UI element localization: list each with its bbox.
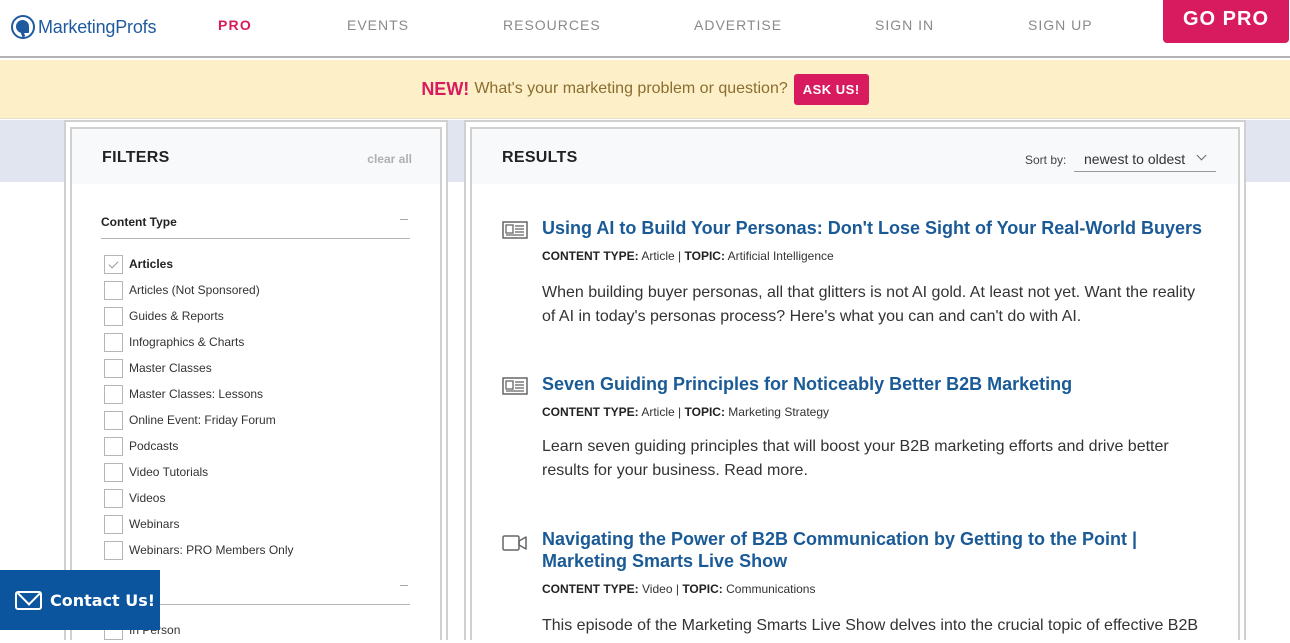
checkbox[interactable] [104,332,123,352]
announcement-bar: NEW! What's your marketing problem or qu… [0,60,1290,119]
filter-option-video-tutorials[interactable]: Video Tutorials [104,459,294,485]
result-description: This episode of the Marketing Smarts Liv… [542,617,1199,634]
video-camera-icon [502,535,527,551]
checkbox[interactable] [104,384,123,404]
result-title-link[interactable]: Navigating the Power of B2B Communicatio… [542,528,1212,572]
content-type-label: CONTENT TYPE: [542,582,639,596]
nav-sign-in[interactable]: SIGN IN [875,17,934,33]
meta-separator: | [678,249,682,263]
article-icon [502,377,528,395]
results-panel: RESULTS Sort by: newest to oldest Using … [464,120,1246,640]
filter-option-articles-not-sponsored[interactable]: Articles (Not Sponsored) [104,277,294,303]
filter-section-content-type[interactable]: Content Type [101,209,410,239]
nav-events[interactable]: EVENTS [347,17,409,33]
filter-option-webinars-pro[interactable]: Webinars: PRO Members Only [104,537,294,563]
checkbox-checked[interactable] [104,254,123,274]
topic-value: Marketing Strategy [728,405,830,419]
content-type-options: Articles Articles (Not Sponsored) Guides… [104,251,294,563]
filters-panel-inner: FILTERS clear all Content Type Articles … [70,127,442,640]
results-panel-inner: RESULTS Sort by: newest to oldest Using … [470,127,1240,640]
meta-separator: | [675,582,679,596]
option-label: Infographics & Charts [129,335,245,349]
collapse-minus-icon[interactable] [398,213,410,223]
checkbox[interactable] [104,540,123,560]
checkbox[interactable] [104,488,123,508]
logo-bird-icon [11,15,35,39]
nav-advertise[interactable]: ADVERTISE [694,17,782,33]
filter-option-infographics-charts[interactable]: Infographics & Charts [104,329,294,355]
filter-option-webinars[interactable]: Webinars [104,511,294,537]
content-type-label: CONTENT TYPE: [542,249,639,263]
results-header: RESULTS Sort by: newest to oldest [472,129,1238,184]
result-meta: CONTENT TYPE: Article | TOPIC: Marketing… [542,405,829,419]
filter-option-articles[interactable]: Articles [104,251,294,277]
filters-title: FILTERS [102,149,170,166]
option-label: Video Tutorials [129,465,209,479]
article-icon [502,221,528,239]
logo-text: MarketingProfs [38,16,157,37]
clear-all-link[interactable]: clear all [367,152,412,166]
announcement-message: What's your marketing problem or questio… [474,80,788,97]
filters-header: FILTERS clear all [72,129,440,184]
content-type-label: CONTENT TYPE: [542,405,639,419]
filter-option-master-classes-lessons[interactable]: Master Classes: Lessons [104,381,294,407]
sort-value: newest to oldest [1084,151,1186,167]
results-title: RESULTS [502,149,578,166]
contact-us-button[interactable]: Contact Us! [0,570,160,630]
checkbox[interactable] [104,410,123,430]
option-label: Podcasts [129,439,179,453]
filter-option-videos[interactable]: Videos [104,485,294,511]
topic-label: TOPIC: [682,582,723,596]
result-meta: CONTENT TYPE: Article | TOPIC: Artificia… [542,249,834,263]
site-logo[interactable]: MarketingProfs [11,14,156,40]
option-label: Master Classes [129,361,212,375]
topic-value: Communications [726,582,816,596]
section-title: Content Type [101,215,177,229]
option-label: Webinars [129,517,180,531]
option-label: Guides & Reports [129,309,224,323]
result-description: When building buyer personas, all that g… [542,284,1196,325]
checkbox[interactable] [104,514,123,534]
filter-option-master-classes[interactable]: Master Classes [104,355,294,381]
option-label: Videos [129,491,166,505]
topic-label: TOPIC: [684,249,725,263]
chevron-down-icon [1196,150,1207,161]
ask-us-button[interactable]: ASK US! [793,73,869,105]
sort-dropdown[interactable]: newest to oldest [1074,147,1216,172]
checkbox[interactable] [104,436,123,456]
checkbox[interactable] [104,280,123,300]
nav-pro[interactable]: PRO [218,17,252,33]
meta-separator: | [678,405,682,419]
option-label: Master Classes: Lessons [129,387,264,401]
result-meta: CONTENT TYPE: Video | TOPIC: Communicati… [542,582,815,596]
topic-value: Artificial Intelligence [727,249,834,263]
option-label: Articles [129,257,174,271]
result-title-link[interactable]: Using AI to Build Your Personas: Don't L… [542,217,1212,239]
checkbox[interactable] [104,462,123,482]
envelope-icon [15,590,42,610]
result-description: Learn seven guiding principles that will… [542,438,1169,479]
sort-label: Sort by: [1025,153,1067,167]
content-type-value: Article [641,405,675,419]
nav-resources[interactable]: RESOURCES [503,17,601,33]
content-type-value: Video [642,582,673,596]
filter-option-friday-forum[interactable]: Online Event: Friday Forum [104,407,294,433]
filter-option-podcasts[interactable]: Podcasts [104,433,294,459]
content-type-value: Article [641,249,675,263]
filters-panel: FILTERS clear all Content Type Articles … [64,120,448,640]
go-pro-button[interactable]: GO PRO [1163,0,1289,43]
collapse-minus-icon[interactable] [398,579,410,589]
nav-sign-up[interactable]: SIGN UP [1028,17,1093,33]
option-label: Online Event: Friday Forum [129,413,276,427]
checkbox[interactable] [104,306,123,326]
checkbox[interactable] [104,358,123,378]
contact-us-label: Contact Us! [50,590,156,610]
top-navigation: MarketingProfs PRO EVENTS RESOURCES ADVE… [0,0,1290,58]
new-badge: NEW! [421,78,470,99]
option-label: Articles (Not Sponsored) [129,283,260,297]
result-title-link[interactable]: Seven Guiding Principles for Noticeably … [542,373,1212,395]
topic-label: TOPIC: [684,405,725,419]
option-label: Webinars: PRO Members Only [129,543,294,557]
filter-option-guides-reports[interactable]: Guides & Reports [104,303,294,329]
